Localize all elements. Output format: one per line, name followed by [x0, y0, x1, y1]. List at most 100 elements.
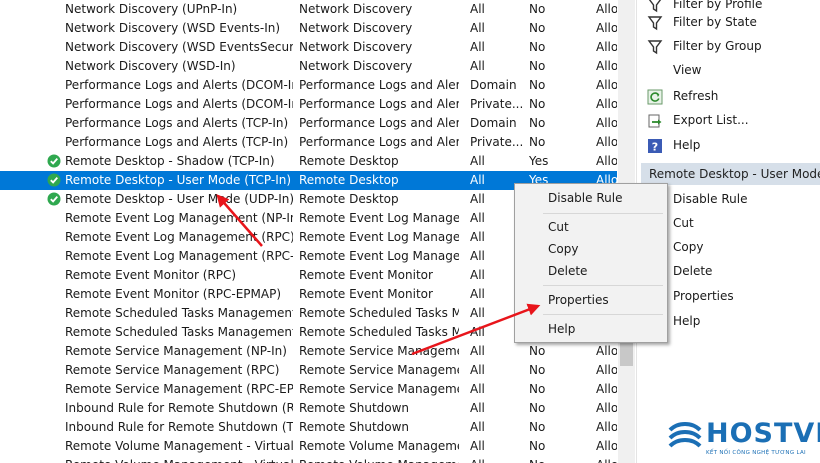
- action-label: Properties: [673, 289, 734, 303]
- svg-text:?: ?: [652, 141, 658, 154]
- rule-enabled-cell: No: [529, 2, 546, 16]
- rule-profile-cell: All: [470, 458, 525, 463]
- rule-group-cell: Remote Event Monitor: [299, 268, 433, 282]
- rule-name-cell: Inbound Rule for Remote Shutdown (TC...: [65, 420, 293, 434]
- rule-profile-cell: All: [470, 21, 485, 35]
- rule-group-cell: Remote Scheduled Tasks M...: [299, 306, 459, 320]
- action-view[interactable]: View: [637, 60, 820, 82]
- table-row[interactable]: Network Discovery (WSD EventsSecure-In) N…: [0, 38, 617, 57]
- rule-profile-cell: Private...: [470, 135, 524, 149]
- funnel-icon: [647, 39, 663, 55]
- rule-group-cell: Remote Event Log Manage...: [299, 249, 459, 263]
- rule-action-cell: Allo: [596, 21, 617, 35]
- action-label: Export List...: [673, 113, 749, 127]
- action-export-list[interactable]: Export List...: [637, 110, 820, 132]
- rule-name-cell: Remote Scheduled Tasks Management (...: [65, 306, 293, 320]
- table-row[interactable]: Performance Logs and Alerts (DCOM-In) Per…: [0, 95, 617, 114]
- rule-profile-cell: Domain: [470, 116, 517, 130]
- rule-enabled-cell: No: [529, 40, 546, 54]
- actions-section-header[interactable]: Remote Desktop - User Mode (TC: [641, 163, 820, 185]
- menu-item-disable-rule[interactable]: Disable Rule: [515, 188, 667, 208]
- rule-enabled-cell: No: [529, 21, 546, 35]
- action-help[interactable]: ? Help: [637, 135, 820, 157]
- rule-action-cell: Allo: [596, 382, 617, 396]
- table-row[interactable]: Remote Service Management (RPC-EPM... Rem…: [0, 380, 617, 399]
- rule-action-cell: Allo: [596, 401, 617, 415]
- table-row[interactable]: Network Discovery (WSD-In) Network Discov…: [0, 57, 617, 76]
- rule-action-cell: Allo: [596, 40, 617, 54]
- actions-section-title: Remote Desktop - User Mode (TC: [649, 167, 820, 181]
- rule-name-cell: Network Discovery (WSD Events-In): [65, 21, 281, 35]
- rule-group-cell: Network Discovery: [299, 21, 413, 35]
- action-filter-by-state[interactable]: Filter by State: [637, 12, 820, 34]
- menu-item-copy[interactable]: Copy: [515, 239, 667, 259]
- rule-action-cell: Allo: [596, 2, 617, 16]
- table-row[interactable]: Performance Logs and Alerts (DCOM-In) Per…: [0, 76, 617, 95]
- rule-name-cell: Remote Event Monitor (RPC-EPMAP): [65, 287, 281, 301]
- table-row[interactable]: Performance Logs and Alerts (TCP-In) Perf…: [0, 133, 617, 152]
- rule-group-cell: Performance Logs and Alerts: [299, 116, 459, 130]
- rule-profile-cell: Domain: [470, 78, 517, 92]
- rule-name-cell: Remote Service Management (NP-In): [65, 344, 287, 358]
- table-row[interactable]: Network Discovery (WSD Events-In) Network…: [0, 19, 617, 38]
- rule-profile-cell: All: [470, 363, 485, 377]
- rule-profile-cell: Private...: [470, 97, 524, 111]
- rule-profile-cell: All: [470, 439, 485, 453]
- rule-name-cell: Performance Logs and Alerts (TCP-In): [65, 135, 289, 149]
- rule-group-cell: Remote Event Monitor: [299, 287, 433, 301]
- hostvn-logo-mark-icon: [668, 422, 702, 448]
- rule-name-cell: Network Discovery (UPnP-In): [65, 2, 238, 16]
- table-row[interactable]: Remote Volume Management - Virtual Di...…: [0, 456, 617, 463]
- rule-profile-cell: All: [470, 382, 485, 396]
- rule-name-cell: Remote Event Log Management (RPC): [65, 230, 293, 244]
- table-row[interactable]: Inbound Rule for Remote Shutdown (TC... R…: [0, 418, 617, 437]
- action-label: Filter by Profile: [673, 0, 763, 11]
- menu-item-cut[interactable]: Cut: [515, 217, 667, 237]
- menu-item-delete[interactable]: Delete: [515, 261, 667, 281]
- rule-profile-cell: All: [470, 420, 485, 434]
- table-row[interactable]: Remote Service Management (NP-In) Remote …: [0, 342, 617, 361]
- table-row[interactable]: Performance Logs and Alerts (TCP-In) Perf…: [0, 114, 617, 133]
- help-icon: ?: [647, 138, 663, 154]
- hostvn-logo: HOSTVN KẾT NỐI CÔNG NGHỆ TƯƠNG LAI: [664, 418, 820, 463]
- rule-name-cell: Remote Volume Management - Virtual Di...: [65, 439, 293, 453]
- logo-tagline: KẾT NỐI CÔNG NGHỆ TƯƠNG LAI: [706, 450, 806, 456]
- menu-item-properties[interactable]: Properties: [515, 290, 667, 310]
- rule-name-cell: Network Discovery (WSD EventsSecure-In): [65, 40, 293, 54]
- rule-name-cell: Remote Desktop - User Mode (UDP-In): [65, 192, 293, 206]
- menu-separator: [543, 314, 663, 315]
- table-row[interactable]: Inbound Rule for Remote Shutdown (RP... R…: [0, 399, 617, 418]
- table-row[interactable]: Remote Service Management (RPC) Remote Se…: [0, 361, 617, 380]
- rule-enabled-cell: No: [529, 344, 546, 358]
- rule-group-cell: Remote Service Management: [299, 344, 459, 358]
- action-label: Copy: [673, 240, 704, 254]
- rule-enabled-cell: No: [529, 363, 546, 377]
- rule-name-cell: Remote Service Management (RPC-EPM...: [65, 382, 293, 396]
- menu-item-label: Help: [548, 322, 576, 336]
- action-label: Help: [673, 314, 701, 328]
- menu-item-help[interactable]: Help: [515, 319, 667, 339]
- rule-name-cell: Remote Desktop - Shadow (TCP-In): [65, 154, 275, 168]
- action-filter-by-group[interactable]: Filter by Group: [637, 36, 820, 58]
- rule-action-cell: Allo: [596, 439, 617, 453]
- rule-name-cell: Remote Event Log Management (RPC-EP...: [65, 249, 293, 263]
- rule-name-cell: Network Discovery (WSD-In): [65, 59, 236, 73]
- rule-group-cell: Network Discovery: [299, 2, 413, 16]
- refresh-icon: [647, 89, 663, 105]
- rule-profile-cell: All: [470, 40, 485, 54]
- rule-group-cell: Remote Event Log Manage...: [299, 211, 459, 225]
- rule-action-cell: Allo: [596, 78, 617, 92]
- rule-enabled-check-icon: [47, 173, 61, 187]
- rule-name-cell: Remote Desktop - User Mode (TCP-In): [65, 173, 292, 187]
- table-row[interactable]: Remote Volume Management - Virtual Di...…: [0, 437, 617, 456]
- rule-group-cell: Remote Service Management: [299, 382, 459, 396]
- rule-name-cell: Remote Scheduled Tasks Management (...: [65, 325, 293, 339]
- menu-separator: [543, 285, 663, 286]
- menu-item-label: Delete: [548, 264, 588, 278]
- table-row[interactable]: Network Discovery (UPnP-In) Network Disco…: [0, 0, 617, 19]
- rule-action-cell: Allo: [596, 116, 617, 130]
- menu-item-label: Cut: [548, 220, 569, 234]
- action-refresh[interactable]: Refresh: [637, 86, 820, 108]
- table-row[interactable]: Remote Desktop - Shadow (TCP-In) Remote D…: [0, 152, 617, 171]
- rule-group-cell: Remote Desktop: [299, 154, 399, 168]
